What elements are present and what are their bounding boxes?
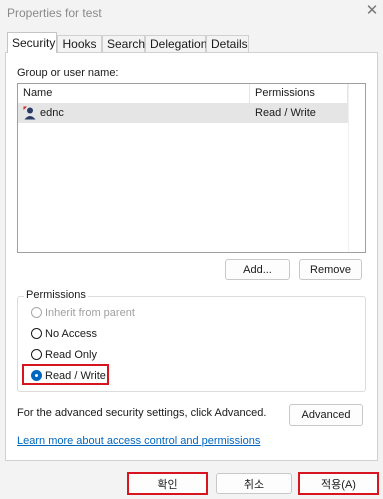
close-icon[interactable]: ✕ [364, 3, 380, 19]
radio-label: No Access [45, 328, 97, 340]
remove-button[interactable]: Remove [299, 259, 362, 280]
radio-label: Read Only [45, 349, 97, 361]
learn-more-link[interactable]: Learn more about access control and perm… [17, 435, 260, 447]
user-icon [23, 106, 37, 120]
tab-details[interactable]: Details [206, 35, 249, 52]
radio-label: Inherit from parent [45, 307, 135, 319]
ok-button[interactable]: 확인 [127, 472, 208, 495]
permissions-legend: Permissions [24, 289, 88, 301]
row-name: ednc [40, 107, 64, 119]
radio-no-access[interactable]: No Access [31, 327, 171, 343]
cancel-button[interactable]: 취소 [216, 473, 292, 494]
radio-icon [31, 328, 42, 339]
list-row[interactable]: ednc Read / Write [18, 104, 348, 123]
list-header: Name Permissions [18, 84, 365, 104]
group-or-user-label: Group or user name: [17, 67, 119, 79]
column-header-name[interactable]: Name [18, 84, 250, 103]
column-header-permissions[interactable]: Permissions [250, 84, 348, 103]
tab-search[interactable]: Search [102, 35, 145, 52]
add-button[interactable]: Add... [225, 259, 290, 280]
radio-inherit-from-parent: Inherit from parent [31, 306, 171, 322]
list-scrollbar[interactable] [348, 84, 365, 252]
window-title: Properties for test [7, 6, 102, 20]
apply-button[interactable]: 적용(A) [298, 472, 379, 495]
radio-icon [31, 349, 42, 360]
tab-security[interactable]: Security [7, 32, 57, 53]
radio-icon [31, 307, 42, 318]
highlight-box [22, 364, 109, 385]
user-list[interactable]: Name Permissions ednc Read / Write [17, 83, 366, 253]
radio-read-only[interactable]: Read Only [31, 348, 171, 364]
tab-hooks[interactable]: Hooks [57, 35, 102, 52]
tab-delegation[interactable]: Delegation [145, 35, 207, 52]
advanced-text: For the advanced security settings, clic… [17, 407, 267, 419]
advanced-button[interactable]: Advanced [289, 404, 363, 426]
row-permissions: Read / Write [255, 107, 316, 119]
